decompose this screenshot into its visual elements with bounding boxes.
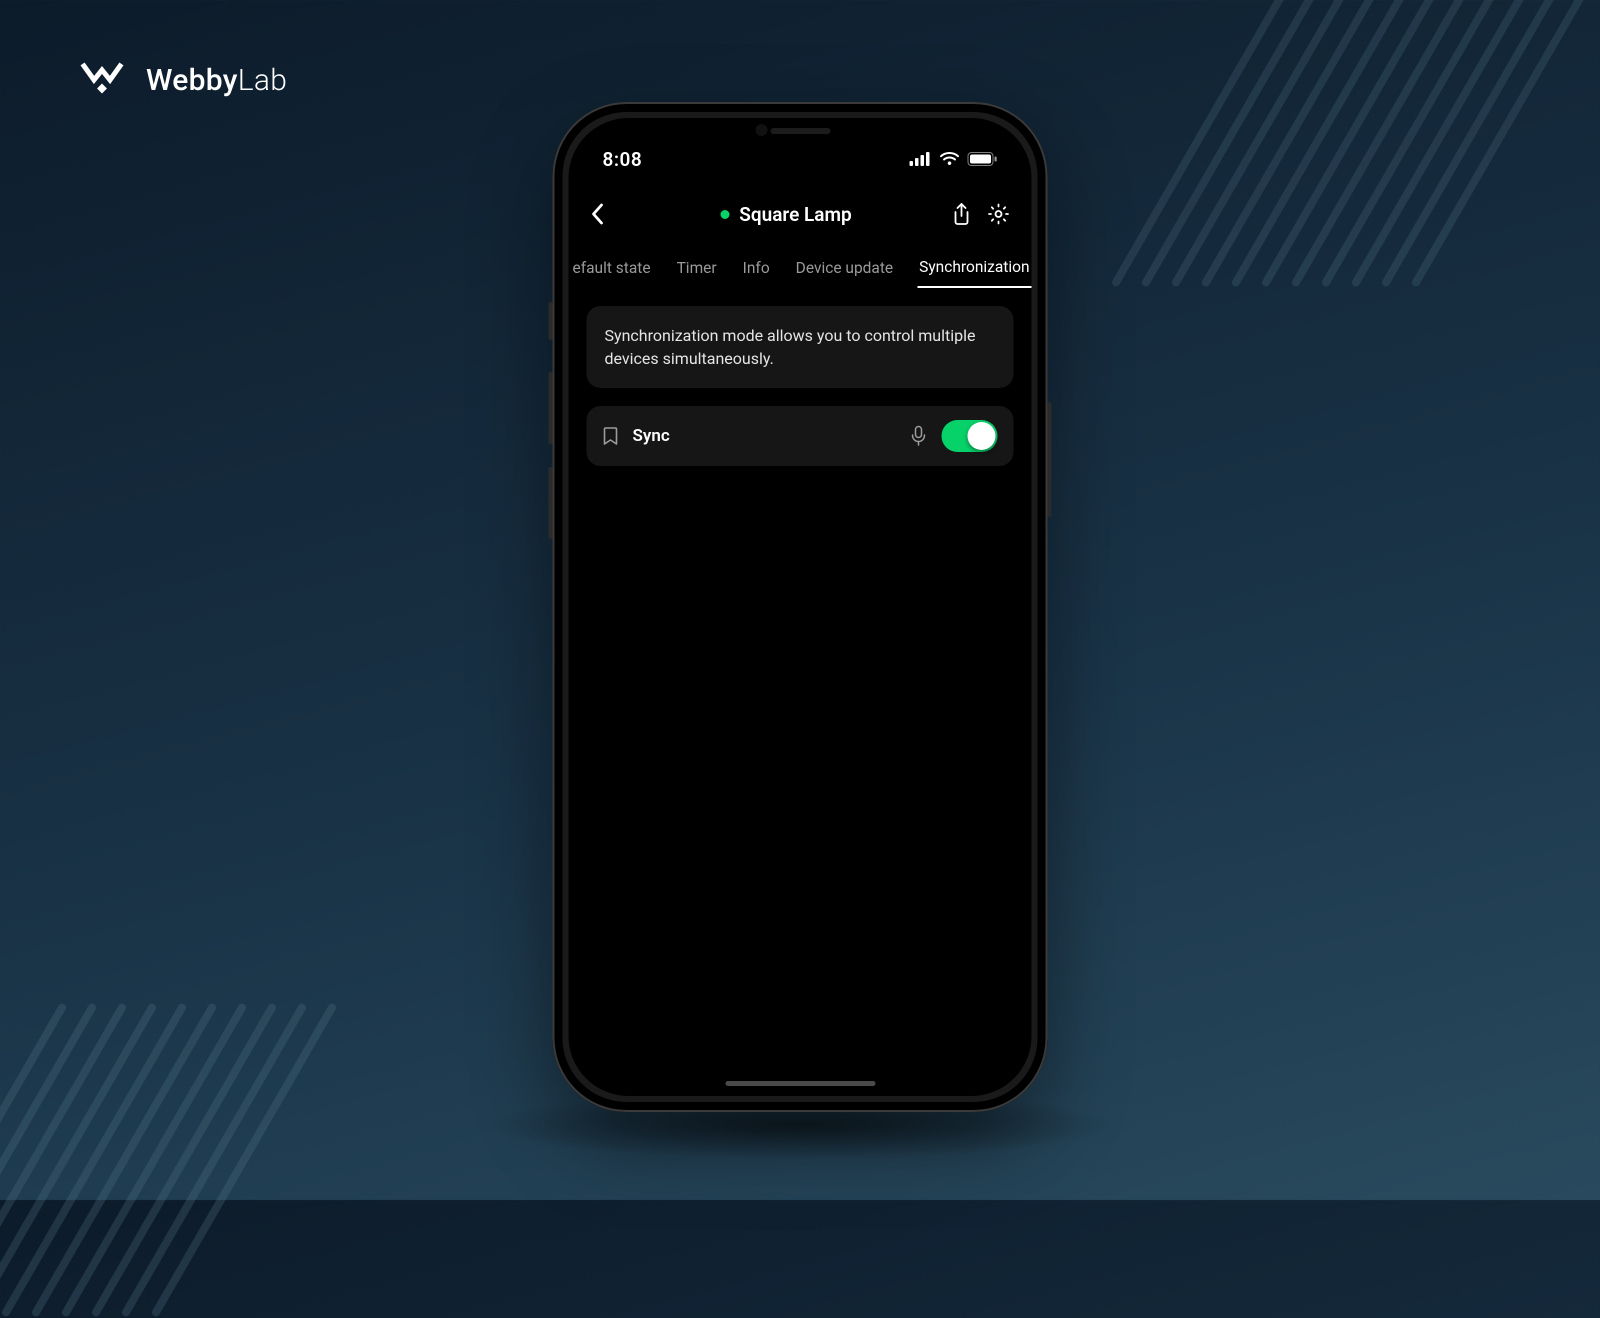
brand-name-b: Lab xyxy=(238,63,287,98)
sync-description-card: Synchronization mode allows you to contr… xyxy=(587,306,1014,388)
brand-name: WebbyLab xyxy=(146,63,287,98)
decor-stripes-top xyxy=(1200,0,1600,230)
tabs: efault state Timer Info Device update Sy… xyxy=(569,246,1032,290)
sync-description-text: Synchronization mode allows you to contr… xyxy=(605,326,976,368)
content-area: Synchronization mode allows you to contr… xyxy=(587,306,1014,466)
notch xyxy=(715,118,885,152)
sync-label: Sync xyxy=(633,426,896,446)
cellular-icon xyxy=(910,152,932,166)
sync-toggle[interactable] xyxy=(942,420,998,452)
brand-name-a: Webby xyxy=(146,63,238,98)
back-button[interactable] xyxy=(591,203,621,225)
wifi-icon xyxy=(940,152,960,166)
bookmark-icon[interactable] xyxy=(603,426,619,446)
share-icon[interactable] xyxy=(952,203,972,225)
tab-device-update[interactable]: Device update xyxy=(794,249,895,287)
tab-info[interactable]: Info xyxy=(741,249,772,287)
navbar-title-wrap: Square Lamp xyxy=(621,203,952,226)
device-status-dot xyxy=(720,210,729,219)
settings-icon[interactable] xyxy=(988,203,1010,225)
device-title: Square Lamp xyxy=(739,203,851,226)
phone-screen: 8:08 xyxy=(569,118,1032,1096)
navbar: Square Lamp xyxy=(569,190,1032,238)
microphone-icon[interactable] xyxy=(910,425,928,447)
tab-default-state[interactable]: efault state xyxy=(571,249,653,287)
sync-row: Sync xyxy=(587,406,1014,466)
brand-mark-icon xyxy=(80,62,132,98)
home-indicator[interactable] xyxy=(725,1081,875,1086)
battery-icon xyxy=(968,152,998,166)
tab-synchronization[interactable]: Synchronization xyxy=(917,248,1031,288)
phone-frame: 8:08 xyxy=(553,102,1048,1112)
decor-stripes-bottom xyxy=(0,980,390,1260)
brand-logo: WebbyLab xyxy=(80,62,287,98)
status-time: 8:08 xyxy=(603,148,643,171)
tab-timer[interactable]: Timer xyxy=(675,249,719,287)
